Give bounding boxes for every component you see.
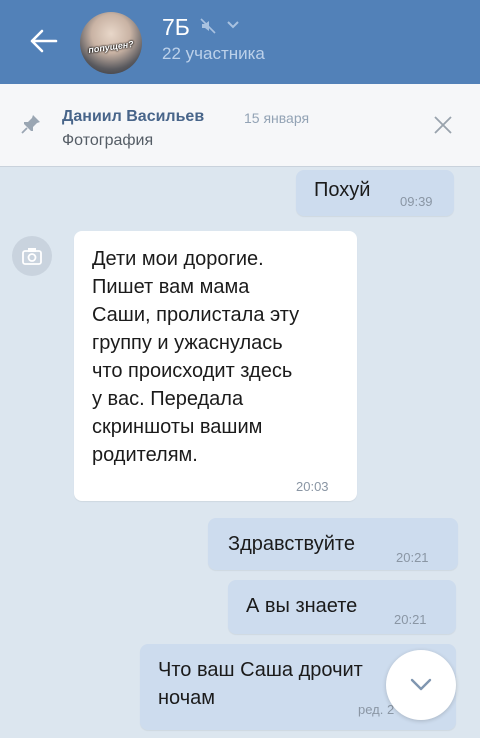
message-time: 09:39	[400, 194, 433, 209]
chevron-down-icon[interactable]	[226, 20, 240, 30]
message-time: 20:21	[396, 550, 429, 565]
back-arrow-icon[interactable]	[28, 28, 58, 54]
close-icon[interactable]	[432, 114, 454, 136]
message-text: Здравствуйте	[228, 533, 355, 555]
message-text: Дети мои дорогие. Пишет вам мама Саши, п…	[92, 248, 300, 466]
pinned-author: Даниил Васильев	[62, 108, 205, 125]
message-text: А вы знаете	[246, 595, 358, 617]
avatar-caption: попущен?	[87, 38, 135, 56]
chevron-down-icon	[410, 678, 432, 691]
camera-icon	[22, 248, 42, 265]
message-bubble-outgoing[interactable]: А вы знаете 20:21	[228, 580, 456, 634]
muted-speaker-icon	[200, 18, 216, 34]
chat-header: попущен? 7Б 22 участника	[0, 0, 480, 84]
pinned-text: Фотография	[62, 132, 154, 149]
pinned-date: 15 января	[244, 110, 310, 126]
chat-member-count: 22 участника	[162, 44, 265, 63]
pin-icon	[21, 115, 40, 134]
message-text: Похуй	[314, 179, 371, 201]
sender-avatar[interactable]	[12, 236, 52, 276]
message-time: 20:21	[394, 612, 427, 627]
message-time: 20:03	[296, 479, 329, 494]
scroll-to-bottom-button[interactable]	[386, 650, 456, 720]
message-bubble-incoming[interactable]: Дети мои дорогие. Пишет вам мама Саши, п…	[74, 231, 357, 501]
chat-title[interactable]: 7Б	[162, 14, 190, 41]
message-edited-time: ред. 2	[358, 702, 395, 717]
message-bubble-outgoing[interactable]: Здравствуйте 20:21	[208, 518, 458, 570]
message-bubble-outgoing[interactable]: Похуй 09:39	[296, 170, 454, 216]
chat-avatar[interactable]: попущен?	[80, 12, 142, 74]
